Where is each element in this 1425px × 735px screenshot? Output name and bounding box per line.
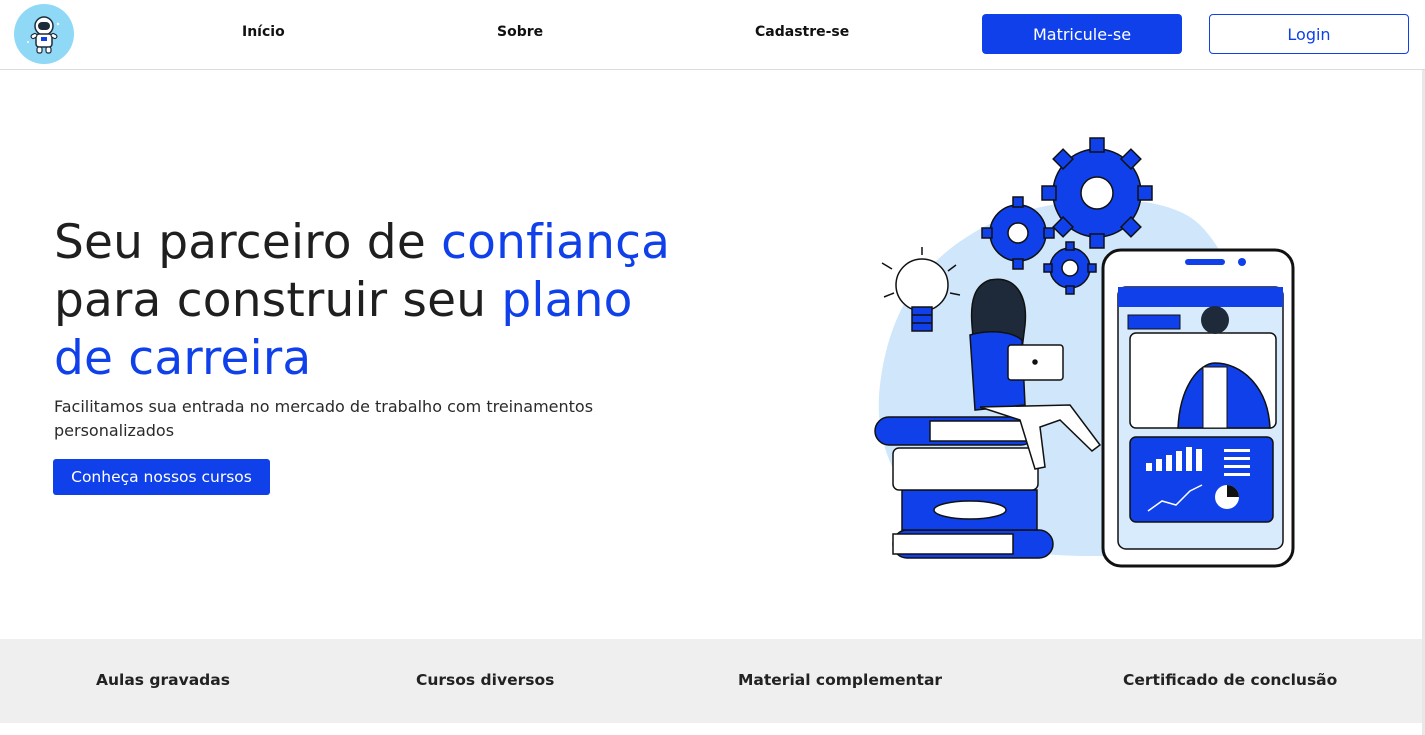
hero-title: Seu parceiro de confiança para construir… xyxy=(54,214,754,388)
hero-title-line2: para construir seu xyxy=(54,273,502,328)
features-bar: Aulas gravadas Cursos diversos Material … xyxy=(0,639,1422,723)
astronaut-icon xyxy=(27,16,60,54)
courses-cta-button[interactable]: Conheça nossos cursos xyxy=(53,459,270,495)
phone-icon xyxy=(1101,248,1295,568)
hero-title-accent2: plano xyxy=(501,273,633,328)
hero-subtitle: Facilitamos sua entrada no mercado de tr… xyxy=(54,397,594,440)
feature-recorded-classes: Aulas gravadas xyxy=(96,671,230,689)
login-button[interactable]: Login xyxy=(1209,14,1409,54)
enroll-button[interactable]: Matricule-se xyxy=(982,14,1182,54)
hero-title-accent1: confiança xyxy=(441,215,671,270)
page: Início Sobre Cadastre-se Matricule-se Lo… xyxy=(0,0,1425,735)
nav-link-inicio[interactable]: Início xyxy=(242,24,285,40)
feature-supplementary-material: Material complementar xyxy=(738,671,943,689)
hero-illustration xyxy=(874,137,1295,568)
feature-completion-certificate: Certificado de conclusão xyxy=(1123,671,1338,689)
nav-link-cadastre-se[interactable]: Cadastre-se xyxy=(755,24,849,40)
hero-title-accent3: de carreira xyxy=(54,331,312,386)
logo[interactable] xyxy=(14,4,74,64)
hero-title-line1: Seu parceiro de xyxy=(54,215,442,270)
nav-link-sobre[interactable]: Sobre xyxy=(497,24,543,40)
feature-diverse-courses: Cursos diversos xyxy=(416,671,555,689)
top-navbar: Início Sobre Cadastre-se Matricule-se Lo… xyxy=(0,0,1425,70)
gear-icon-large xyxy=(1041,137,1153,249)
